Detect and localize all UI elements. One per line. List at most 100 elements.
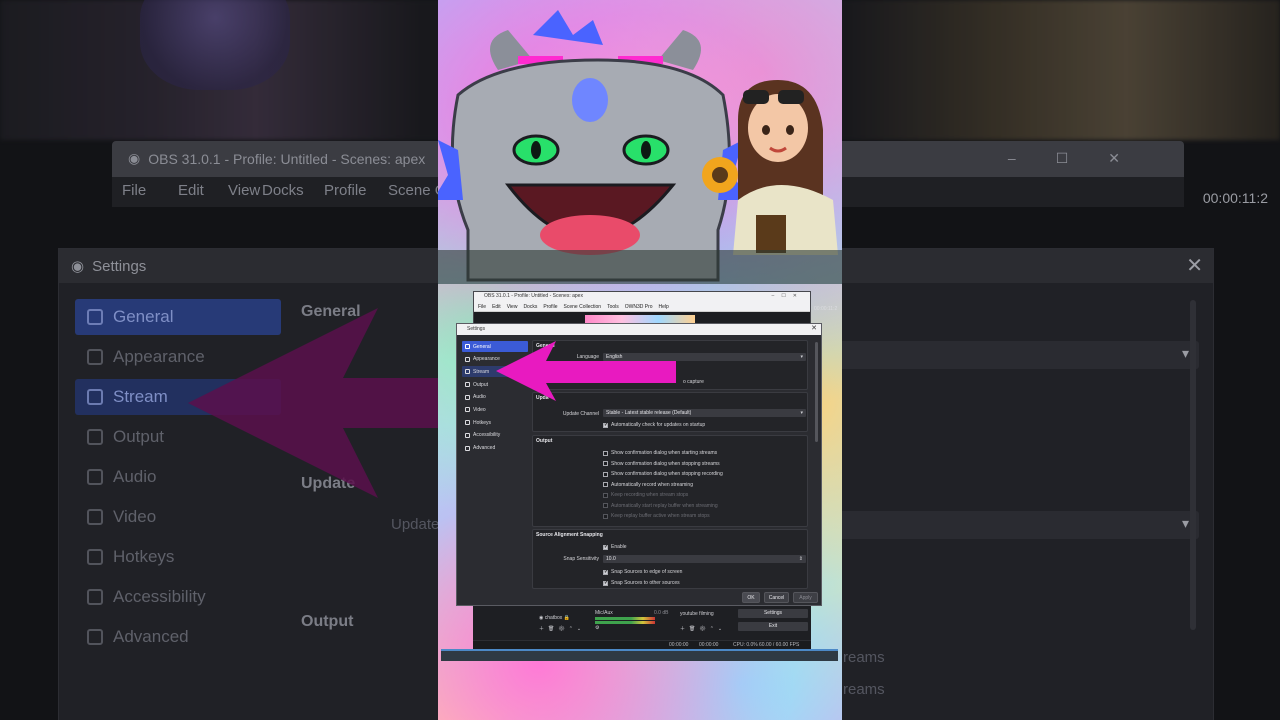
cancel-button[interactable]: Cancel	[764, 592, 789, 603]
status-bar: 00:00:00 00:00:00 CPU: 0.0% 60.00 / 60.0…	[473, 640, 811, 649]
auto-check-updates-checkbox[interactable]: Automatically check for updates on start…	[603, 422, 705, 428]
confirm-stop-recording-checkbox[interactable]: Show confirmation dialog when stopping r…	[603, 471, 723, 477]
sidebar-item-advanced[interactable]: Advanced	[462, 443, 528, 454]
mixer-db-readout: 0.0 dB	[654, 610, 669, 616]
audio-meter	[595, 617, 655, 620]
background-horn-shape	[140, 0, 290, 90]
menu-docks: Docks	[262, 182, 304, 199]
monitor-icon	[465, 407, 470, 413]
menu-tools[interactable]: Tools	[607, 304, 619, 310]
record-time: 00:00:00	[699, 642, 719, 648]
bg-update-row-label: Update	[391, 516, 440, 533]
wrench-icon	[465, 445, 470, 451]
keep-replay-buffer-checkbox: Keep replay buffer active when stream st…	[603, 513, 710, 519]
visible-icon[interactable]: ◉	[539, 615, 543, 621]
obs-logo-icon: ◉	[128, 150, 141, 166]
speaker-icon	[465, 394, 470, 400]
confirm-stop-stream-checkbox[interactable]: Show confirmation dialog when stopping s…	[603, 461, 720, 467]
update-channel-dropdown[interactable]: Stable - Latest stable release (Default)	[603, 409, 806, 417]
menu-view[interactable]: View	[507, 304, 518, 310]
obs-titlebar: OBS 31.0.1 - Profile: Untitled - Scenes:…	[474, 292, 810, 302]
confirm-start-stream-checkbox[interactable]: Show confirmation dialog when starting s…	[603, 450, 717, 456]
menu-profile[interactable]: Profile	[543, 304, 557, 310]
close-icon: ✕	[1186, 255, 1203, 277]
settings-title: Settings	[467, 326, 486, 332]
window-controls: –☐✕	[1007, 150, 1160, 166]
keep-recording-checkbox: Keep recording when stream stops	[603, 492, 688, 498]
lock-icon[interactable]: 🔒	[564, 615, 570, 621]
source-toolbar[interactable]: ＋🗑⚙⌃⌄	[539, 625, 585, 632]
background-arrow-icon	[188, 308, 438, 498]
bg-update-dropdown	[819, 511, 1199, 539]
transition-toolbar[interactable]: ＋🗑⚙⌃⌄	[680, 625, 726, 632]
speaker-icon	[87, 469, 103, 485]
menu-view: View	[228, 182, 261, 199]
snap-sensitivity-label: Snap Sensitivity	[563, 556, 599, 562]
bg-sidebar-item-accessibility: Accessibility	[75, 579, 281, 615]
snapping-heading: Source Alignment Snapping	[536, 532, 603, 538]
capture-option-text: o capture	[683, 379, 704, 385]
snap-other-sources-checkbox[interactable]: Snap Sources to other sources	[603, 580, 680, 586]
mixer-gear-icon[interactable]: ⚙	[595, 625, 599, 631]
snap-sensitivity-spinbox[interactable]: 10.0	[603, 555, 806, 563]
output-icon	[87, 429, 103, 445]
snap-edge-checkbox[interactable]: Snap Sources to edge of screen	[603, 569, 682, 575]
update-channel-label: Update Channel	[562, 411, 599, 417]
bg-scrollbar	[1190, 300, 1196, 630]
taskbar-strip	[441, 649, 838, 661]
close-icon[interactable]: ✕	[811, 324, 817, 332]
window-controls[interactable]: –☐✕	[772, 293, 804, 299]
menu-help[interactable]: Help	[659, 304, 669, 310]
stream-time: 00:00:00	[669, 642, 689, 648]
apply-button[interactable]: Apply	[793, 592, 818, 603]
bg-sidebar-item-video: Video	[75, 499, 281, 535]
bg-sidebar-item-advanced: Advanced	[75, 619, 281, 655]
stream-icon	[87, 389, 103, 405]
video-frame: ◉ OBS 31.0.1 - Profile: Untitled - Scenes…	[0, 0, 1280, 720]
output-icon	[465, 382, 470, 388]
sidebar-item-accessibility[interactable]: Accessibility	[462, 430, 528, 441]
menu-edit: Edit	[178, 182, 204, 199]
snap-enable-checkbox[interactable]: Enable	[603, 544, 627, 550]
bg-text-streams-2: reams	[843, 681, 885, 698]
menu-profile: Profile	[324, 182, 367, 199]
keyboard-icon	[465, 420, 470, 426]
audio-meter	[595, 621, 655, 624]
keyboard-icon	[87, 549, 103, 565]
stream-artwork-image	[438, 0, 842, 284]
source-item[interactable]: ◉ chatbox 🔒	[539, 615, 570, 621]
settings-scrollbar[interactable]	[815, 342, 818, 442]
accessibility-icon	[465, 432, 470, 438]
appearance-icon	[465, 356, 470, 362]
bg-language-dropdown	[819, 341, 1199, 369]
output-group: Output Show confirmation dialog when sta…	[532, 435, 808, 527]
transition-label: youtube filming	[680, 611, 714, 617]
appearance-icon	[87, 349, 103, 365]
obs-title-text: OBS 31.0.1 - Profile: Untitled - Scenes:…	[484, 293, 583, 299]
menu-file: File	[122, 182, 147, 199]
sidebar-item-hotkeys[interactable]: Hotkeys	[462, 417, 528, 428]
auto-replay-buffer-checkbox: Automatically start replay buffer when s…	[603, 503, 718, 509]
menu-docks[interactable]: Docks	[523, 304, 537, 310]
gear-icon	[87, 309, 103, 325]
menu-scene-collection[interactable]: Scene Collection	[564, 304, 602, 310]
menu-file[interactable]: File	[478, 304, 486, 310]
menu-edit[interactable]: Edit	[492, 304, 501, 310]
wrench-icon	[87, 629, 103, 645]
menu-own3d-pro[interactable]: OWN3D Pro	[625, 304, 653, 310]
exit-button[interactable]: Exit	[738, 622, 808, 631]
accessibility-icon	[87, 589, 103, 605]
settings-button[interactable]: Settings	[738, 609, 808, 618]
short-video-panel: OBS 31.0.1 - Profile: Untitled - Scenes:…	[438, 0, 842, 720]
background-obs-title: OBS 31.0.1 - Profile: Untitled - Scenes:…	[148, 150, 426, 167]
auto-record-checkbox[interactable]: Automatically record when streaming	[603, 482, 693, 488]
monitor-icon	[87, 509, 103, 525]
ok-button[interactable]: OK	[742, 592, 760, 603]
obs-logo-icon: ◉	[71, 258, 85, 275]
snapping-group: Source Alignment Snapping Enable Snap Se…	[532, 529, 808, 589]
obs-menu-bar: File Edit View Docks Profile Scene Colle…	[474, 302, 810, 312]
sidebar-item-video[interactable]: Video	[462, 404, 528, 415]
gear-icon	[465, 344, 470, 349]
pink-arrow-icon	[496, 341, 676, 401]
bg-sidebar-item-hotkeys: Hotkeys	[75, 539, 281, 575]
